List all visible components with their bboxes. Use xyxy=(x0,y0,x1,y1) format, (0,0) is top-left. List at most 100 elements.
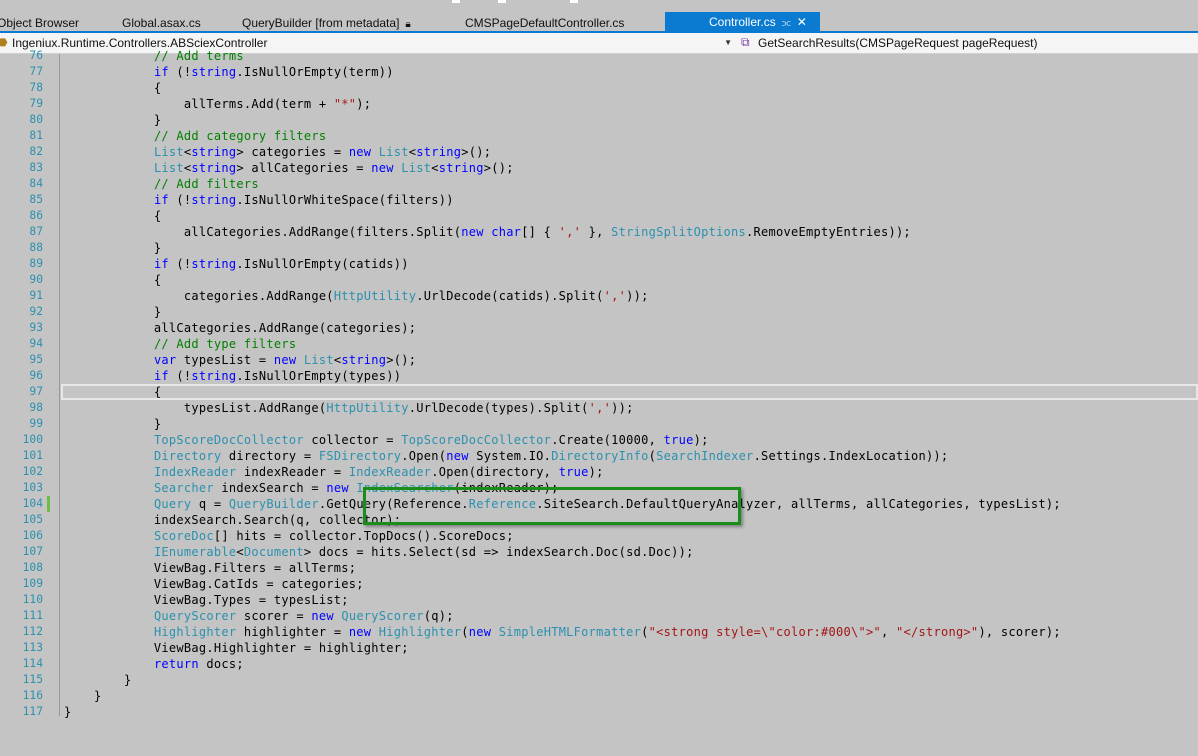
line-number: 105 xyxy=(22,513,43,526)
line-number: 115 xyxy=(22,673,43,686)
code-text[interactable]: if (!string.IsNullOrEmpty(term)) xyxy=(64,64,394,80)
code-text[interactable]: ViewBag.Highlighter = highlighter; xyxy=(64,640,409,656)
code-text[interactable]: categories.AddRange(HttpUtility.UrlDecod… xyxy=(64,288,649,304)
tab-controller[interactable]: Controller.cs ⫗ ✕ xyxy=(665,12,820,33)
tab-object-browser[interactable]: Object Browser xyxy=(0,15,79,33)
code-line[interactable]: 77 if (!string.IsNullOrEmpty(term)) xyxy=(0,64,1198,80)
code-text[interactable]: List<string> categories = new List<strin… xyxy=(64,144,491,160)
code-text[interactable]: } xyxy=(64,672,131,688)
code-line[interactable]: 108 ViewBag.Filters = allTerms; xyxy=(0,560,1198,576)
code-line[interactable]: 88 } xyxy=(0,240,1198,256)
tab-querybuilder[interactable]: QueryBuilder [from metadata] 🔒︎ xyxy=(242,15,411,33)
code-text[interactable]: ViewBag.Filters = allTerms; xyxy=(64,560,356,576)
code-line[interactable]: 113 ViewBag.Highlighter = highlighter; xyxy=(0,640,1198,656)
code-line[interactable]: 90 { xyxy=(0,272,1198,288)
code-text[interactable]: // Add category filters xyxy=(64,128,326,144)
code-line[interactable]: 107 IEnumerable<Document> docs = hits.Se… xyxy=(0,544,1198,560)
code-line[interactable]: 102 IndexReader indexReader = IndexReade… xyxy=(0,464,1198,480)
line-number: 112 xyxy=(22,625,43,638)
code-line[interactable]: 97 { xyxy=(0,384,1198,400)
code-text[interactable]: allTerms.Add(term + "*"); xyxy=(64,96,371,112)
code-text[interactable]: IndexReader indexReader = IndexReader.Op… xyxy=(64,464,604,480)
code-line[interactable]: 95 var typesList = new List<string>(); xyxy=(0,352,1198,368)
tab-strip-indicator xyxy=(498,0,506,3)
tab-label: Object Browser xyxy=(0,16,80,30)
code-line[interactable]: 114 return docs; xyxy=(0,656,1198,672)
code-text[interactable]: Directory directory = FSDirectory.Open(n… xyxy=(64,448,948,464)
code-line[interactable]: 87 allCategories.AddRange(filters.Split(… xyxy=(0,224,1198,240)
code-text[interactable]: } xyxy=(64,112,161,128)
code-text[interactable]: var typesList = new List<string>(); xyxy=(64,352,416,368)
code-text[interactable]: typesList.AddRange(HttpUtility.UrlDecode… xyxy=(64,400,634,416)
line-number: 93 xyxy=(29,321,43,334)
line-number: 103 xyxy=(22,481,43,494)
code-text[interactable]: allCategories.AddRange(categories); xyxy=(64,320,416,336)
code-text[interactable]: // Add filters xyxy=(64,176,259,192)
code-line[interactable]: 79 allTerms.Add(term + "*"); xyxy=(0,96,1198,112)
code-line[interactable]: 84 // Add filters xyxy=(0,176,1198,192)
code-line[interactable]: 98 typesList.AddRange(HttpUtility.UrlDec… xyxy=(0,400,1198,416)
code-text[interactable]: } xyxy=(64,688,101,704)
line-number: 100 xyxy=(22,433,43,446)
code-text[interactable]: TopScoreDocCollector collector = TopScor… xyxy=(64,432,709,448)
code-text[interactable]: ViewBag.CatIds = categories; xyxy=(64,576,364,592)
code-line[interactable]: 115 } xyxy=(0,672,1198,688)
code-line[interactable]: 110 ViewBag.Types = typesList; xyxy=(0,592,1198,608)
code-line[interactable]: 101 Directory directory = FSDirectory.Op… xyxy=(0,448,1198,464)
current-line-highlight xyxy=(61,384,1198,400)
pin-icon[interactable]: ⫗ xyxy=(782,16,791,32)
tab-cmspagedefaultcontroller[interactable]: CMSPageDefaultController.cs xyxy=(465,15,624,33)
code-text[interactable]: { xyxy=(64,384,161,400)
code-line[interactable]: 83 List<string> allCategories = new List… xyxy=(0,160,1198,176)
code-text[interactable]: if (!string.IsNullOrEmpty(catids)) xyxy=(64,256,409,272)
code-text[interactable]: QueryScorer scorer = new QueryScorer(q); xyxy=(64,608,454,624)
code-text[interactable]: ScoreDoc[] hits = collector.TopDocs().Sc… xyxy=(64,528,514,544)
code-line[interactable]: 112 Highlighter highlighter = new Highli… xyxy=(0,624,1198,640)
code-text[interactable]: allCategories.AddRange(filters.Split(new… xyxy=(64,224,911,240)
code-text[interactable]: if (!string.IsNullOrEmpty(types)) xyxy=(64,368,401,384)
tab-label: CMSPageDefaultController.cs xyxy=(465,16,625,30)
tab-global-asax[interactable]: Global.asax.cs xyxy=(122,15,201,33)
code-line[interactable]: 96 if (!string.IsNullOrEmpty(types)) xyxy=(0,368,1198,384)
code-line[interactable]: 89 if (!string.IsNullOrEmpty(catids)) xyxy=(0,256,1198,272)
code-line[interactable]: 93 allCategories.AddRange(categories); xyxy=(0,320,1198,336)
code-text[interactable]: } xyxy=(64,416,161,432)
code-line[interactable]: 80 } xyxy=(0,112,1198,128)
code-text[interactable]: } xyxy=(64,240,161,256)
code-line[interactable]: 81 // Add category filters xyxy=(0,128,1198,144)
code-text[interactable]: indexSearch.Search(q, collector); xyxy=(64,512,401,528)
code-line[interactable]: 106 ScoreDoc[] hits = collector.TopDocs(… xyxy=(0,528,1198,544)
code-text[interactable]: { xyxy=(64,208,161,224)
line-number: 116 xyxy=(22,689,43,702)
code-line[interactable]: 116 } xyxy=(0,688,1198,704)
code-editor[interactable]: 76 // Add terms 77 if (!string.IsNullOrEm… xyxy=(0,49,1198,756)
code-text[interactable]: if (!string.IsNullOrWhiteSpace(filters)) xyxy=(64,192,454,208)
code-text[interactable]: { xyxy=(64,272,161,288)
code-text[interactable]: ViewBag.Types = typesList; xyxy=(64,592,349,608)
code-line[interactable]: 100 TopScoreDocCollector collector = Top… xyxy=(0,432,1198,448)
code-line[interactable]: 99 } xyxy=(0,416,1198,432)
code-line[interactable]: 76 // Add terms xyxy=(0,48,1198,64)
code-line[interactable]: 85 if (!string.IsNullOrWhiteSpace(filter… xyxy=(0,192,1198,208)
code-text[interactable]: // Add terms xyxy=(64,48,244,64)
code-line[interactable]: 109 ViewBag.CatIds = categories; xyxy=(0,576,1198,592)
code-line[interactable]: 86 { xyxy=(0,208,1198,224)
line-number: 97 xyxy=(29,385,43,398)
code-text[interactable]: { xyxy=(64,80,161,96)
method-icon: ⧉ xyxy=(741,35,750,49)
code-line[interactable]: 91 categories.AddRange(HttpUtility.UrlDe… xyxy=(0,288,1198,304)
code-line[interactable]: 111 QueryScorer scorer = new QueryScorer… xyxy=(0,608,1198,624)
code-text[interactable]: } xyxy=(64,704,72,720)
code-line[interactable]: 82 List<string> categories = new List<st… xyxy=(0,144,1198,160)
close-icon[interactable]: ✕ xyxy=(797,14,807,30)
code-text[interactable]: IEnumerable<Document> docs = hits.Select… xyxy=(64,544,694,560)
code-text[interactable]: return docs; xyxy=(64,656,244,672)
code-text[interactable]: List<string> allCategories = new List<st… xyxy=(64,160,514,176)
code-text[interactable]: } xyxy=(64,304,161,320)
code-line[interactable]: 94 // Add type filters xyxy=(0,336,1198,352)
code-line[interactable]: 92 } xyxy=(0,304,1198,320)
code-line[interactable]: 117} xyxy=(0,704,1198,720)
code-text[interactable]: Highlighter highlighter = new Highlighte… xyxy=(64,624,1061,640)
code-line[interactable]: 78 { xyxy=(0,80,1198,96)
code-text[interactable]: // Add type filters xyxy=(64,336,296,352)
